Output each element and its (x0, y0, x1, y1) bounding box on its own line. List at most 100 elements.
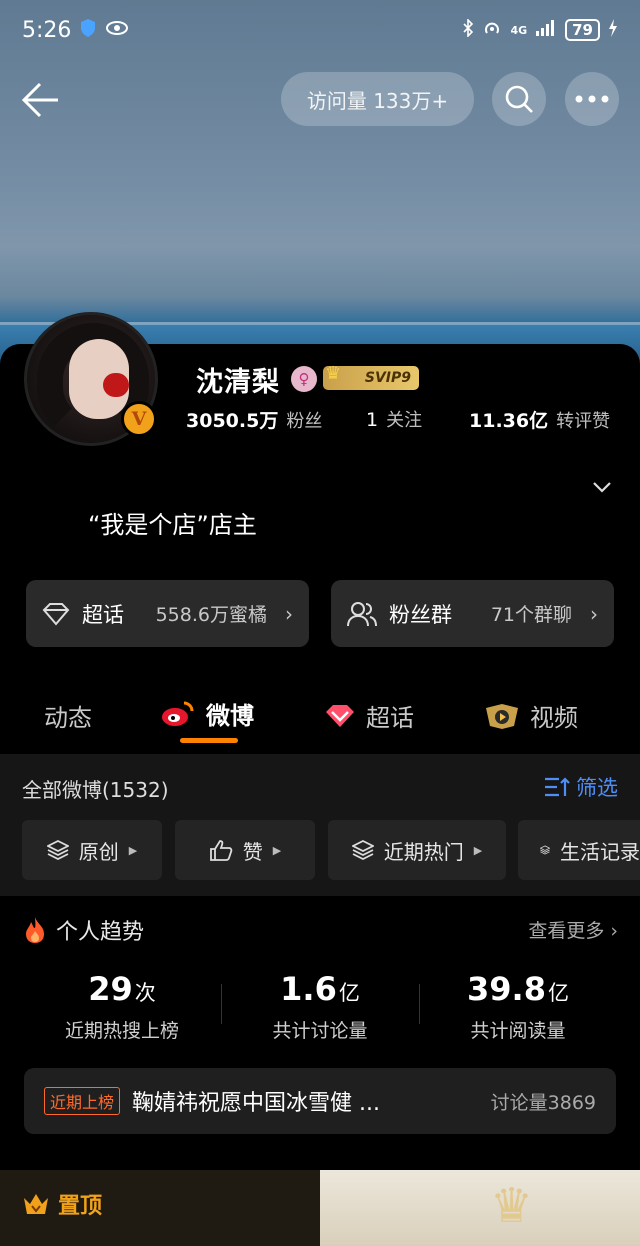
filter-icon (545, 777, 570, 797)
people-icon (347, 601, 377, 626)
chip-label: 赞 (242, 839, 263, 864)
filter-button[interactable]: 筛选 (544, 772, 618, 802)
supertopic-diamond-icon (326, 704, 354, 727)
hotspot-icon (482, 19, 502, 41)
stat-value: 1 (366, 409, 379, 431)
metric-unit: 亿 (338, 981, 360, 1005)
search-icon (505, 85, 533, 113)
chip-label: 原创 (78, 839, 119, 864)
pill-label: 粉丝群 (389, 602, 452, 627)
caret-right-icon: ▶ (272, 843, 282, 857)
stat-interactions[interactable]: 11.36亿 转评赞 (469, 406, 610, 433)
expand-button[interactable] (590, 478, 614, 496)
pill-value: 71个群聊 (490, 604, 572, 626)
metric-label: 共计讨论量 (272, 1020, 368, 1042)
gender-female-icon: ♀ (291, 366, 317, 392)
profile-bio: “我是个店”店主 (88, 511, 257, 539)
chip-recent-hot[interactable]: 近期热门 ▶ (328, 820, 506, 880)
filter-label: 筛选 (576, 776, 618, 800)
chevron-right-icon: › (285, 601, 293, 626)
charging-icon (608, 19, 618, 41)
trend-title-text: 个人趋势 (56, 920, 145, 945)
pill-value: 558.6万蜜橘 (155, 604, 267, 626)
more-dots-icon (575, 95, 609, 103)
tab-label: 视频 (530, 704, 578, 732)
chevron-down-icon (593, 482, 611, 493)
stat-following[interactable]: 1 关注 (366, 406, 422, 432)
recent-hot-topic[interactable]: 近期上榜 鞠婧祎祝愿中国冰雪健 ... 讨论量3869 (24, 1068, 616, 1134)
status-bar: 5:26 4G 79 (0, 0, 640, 60)
profile-tabs: 动态 微博 超话 视频 (0, 690, 640, 750)
visits-badge[interactable]: 访问量 133万+ (281, 72, 474, 126)
supertopic-pill[interactable]: 超话 558.6万蜜橘 › (26, 580, 309, 647)
stat-value: 3050.5万 (186, 410, 279, 432)
bluetooth-icon (462, 18, 474, 41)
diamond-icon (42, 602, 70, 626)
tab-active-indicator (180, 738, 238, 743)
crown-icon (24, 1194, 48, 1214)
hot-topic-count: 讨论量3869 (490, 1091, 596, 1114)
chip-label: 近期热门 (383, 839, 464, 864)
feed-header: 全部微博(1532) (22, 778, 169, 802)
verified-badge: V (121, 401, 157, 437)
tab-feed[interactable]: 动态 (44, 698, 92, 733)
back-button[interactable] (18, 78, 62, 122)
crown-icon: ♛ (325, 363, 342, 384)
stat-value: 11.36亿 (469, 410, 549, 432)
fire-icon (26, 917, 44, 943)
tab-label: 微博 (206, 702, 254, 730)
metric-value: 1.6 (280, 970, 337, 1008)
crown-watermark-icon: ♛ (490, 1178, 534, 1234)
chip-label: 生活记录 (560, 839, 640, 864)
back-arrow-icon (21, 82, 58, 118)
svip-badge[interactable]: ♛ SVIP9 (323, 363, 419, 390)
metric-value: 29 (88, 970, 133, 1008)
caret-right-icon: ▶ (128, 843, 138, 857)
feed-filter-section: 全部微博(1532) 筛选 原创 ▶ 赞 ▶ 近期热门 ▶ 生活记录 (0, 754, 640, 896)
top-nav: 访问量 133万+ (0, 72, 640, 128)
recent-tag: 近期上榜 (44, 1087, 121, 1115)
tab-label: 动态 (44, 704, 92, 732)
metric-discussion: 1.6亿 共计讨论量 (220, 970, 420, 1043)
profile-name: 沈清梨 (196, 367, 280, 398)
more-button[interactable] (565, 72, 619, 126)
tab-label: 超话 (366, 704, 414, 732)
network-type: 4G (510, 23, 528, 37)
svip-label: SVIP9 (364, 370, 411, 386)
pinned-post[interactable]: 置顶 ♛ (0, 1170, 640, 1246)
stat-fans[interactable]: 3050.5万 粉丝 (186, 406, 322, 433)
chip-life-record[interactable]: 生活记录 (518, 820, 640, 880)
search-button[interactable] (492, 72, 546, 126)
pill-label: 超话 (82, 602, 124, 627)
video-play-icon (486, 703, 518, 729)
metric-label: 近期热搜上榜 (64, 1020, 179, 1042)
stat-label: 粉丝 (286, 411, 323, 432)
avatar-rose (103, 373, 129, 397)
metric-hot-search: 29次 近期热搜上榜 (22, 970, 222, 1043)
fan-group-pill[interactable]: 粉丝群 71个群聊 › (331, 580, 614, 647)
tab-video[interactable]: 视频 (484, 698, 578, 733)
status-time: 5:26 (22, 17, 72, 43)
trend-title: 个人趋势 (22, 914, 144, 946)
chevron-right-icon: › (590, 601, 598, 626)
metric-unit: 次 (134, 981, 156, 1005)
metric-value: 39.8 (467, 970, 546, 1008)
metric-unit: 亿 (547, 981, 569, 1005)
shield-icon (79, 18, 97, 43)
layers-icon (351, 839, 374, 861)
visits-label: 访问量 133万+ (306, 88, 449, 113)
personal-trend-section: 个人趋势 查看更多 › 29次 近期热搜上榜 1.6亿 共计讨论量 39.8亿 … (0, 896, 640, 1158)
trend-more-link[interactable]: 查看更多 › (528, 916, 618, 943)
layers-icon (540, 845, 550, 855)
stat-label: 关注 (386, 410, 423, 431)
tab-weibo[interactable]: 微博 (160, 696, 254, 731)
chip-original[interactable]: 原创 ▶ (22, 820, 162, 880)
eye-icon (105, 20, 129, 41)
hot-topic-text: 鞠婧祎祝愿中国冰雪健 ... (132, 1091, 380, 1116)
chip-likes[interactable]: 赞 ▶ (175, 820, 315, 880)
metric-reads: 39.8亿 共计阅读量 (418, 970, 618, 1043)
tab-supertopic[interactable]: 超话 (324, 698, 414, 733)
signal-icon (535, 20, 557, 40)
pinned-label: 置顶 (22, 1188, 102, 1220)
weibo-logo-icon (162, 701, 194, 726)
